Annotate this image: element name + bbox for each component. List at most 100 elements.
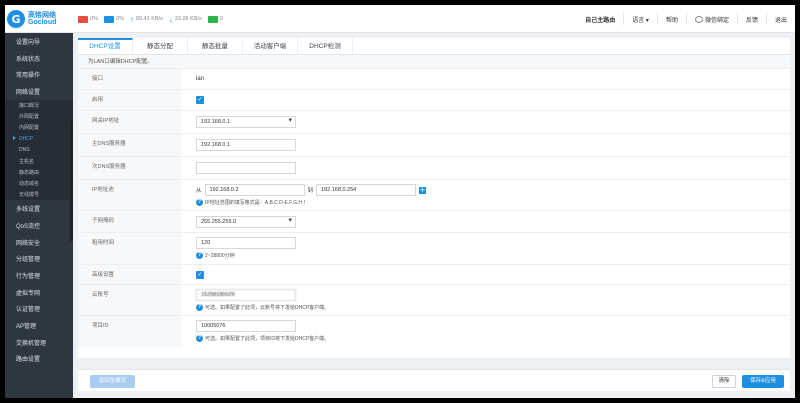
form-row-advanced: 高级设置 ✓ [78, 265, 790, 285]
form-row-project-id: 项目ID 10005076 ? 可选。如果配置了此项，项目ID将下发给DHCP客… [78, 316, 790, 347]
action-bar: 返回至概况 清除 保存&应用 [78, 369, 790, 391]
range-start-input[interactable]: 192.168.0.2 [204, 184, 305, 196]
cloud-account-label: 云账号 [78, 285, 182, 315]
question-icon: ? [196, 304, 203, 311]
tab-bar: DHCP设置 静态分配 静态批量 活动客户端 DHCP检测 [78, 38, 790, 55]
project-id-label: 项目ID [78, 316, 182, 347]
advanced-label: 高级设置 [78, 265, 182, 284]
sidebar-sub-hostname[interactable]: 主机名 [5, 156, 73, 167]
main-panel: DHCP设置 静态分配 静态批量 活动客户端 DHCP检测 为LAN口编辑DHC… [78, 38, 790, 358]
cpu-stat: 0% [78, 15, 98, 23]
sidebar-sub-dns[interactable]: DNS [5, 145, 73, 156]
sidebar-item-behavior[interactable]: 行为管理 [5, 267, 73, 284]
download-stat: ↓ 33.06 KB/s [168, 14, 202, 24]
sidebar-item-multiline[interactable]: 多线设置 [5, 200, 73, 217]
nav-logout[interactable]: 退出 [765, 13, 795, 25]
sidebar-sub-wan[interactable]: 外网配置 [5, 111, 73, 122]
upload-stat: ↑ 80.43 KB/s [129, 14, 163, 24]
brand-logo[interactable]: G 高恪网络 Gocloud [7, 9, 73, 29]
sidebar-scrollbar[interactable] [70, 121, 73, 241]
tab-dhcp-settings[interactable]: DHCP设置 [78, 38, 133, 54]
sidebar-item-vpn[interactable]: 虚拟专网 [5, 284, 73, 301]
sidebar-item-ap[interactable]: AP管理 [5, 317, 73, 334]
question-icon: ? [196, 199, 203, 206]
sidebar-item-qos[interactable]: QoS流控 [5, 217, 73, 234]
sidebar: 设置向导 系统状态 常用操作 网络设置 接口概况 外网配置 内网配置 DHCP … [5, 33, 73, 398]
save-apply-button[interactable]: 保存&应用 [742, 375, 784, 388]
sidebar-sub-lan[interactable]: 内网配置 [5, 122, 73, 133]
sidebar-item-system-status[interactable]: 系统状态 [5, 50, 73, 67]
nav-feedback[interactable]: 反馈 [736, 13, 766, 25]
add-range-icon[interactable]: + [419, 186, 427, 194]
memory-stat: 0% [103, 15, 124, 23]
dns2-label: 次DNS服务器 [78, 157, 182, 179]
users-stat: 9 [207, 15, 223, 23]
form-row-cloud-account: 云账号 15298180029 ? 可选。如果配置了此项，云账号将下发给DHCP… [78, 285, 790, 316]
top-bar: G 高恪网络 Gocloud 0% 0% ↑ 80.43 KB/s ↓ 33.0… [5, 5, 795, 33]
sidebar-item-common-ops[interactable]: 常用操作 [5, 66, 73, 83]
back-to-overview-button[interactable]: 返回至概况 [90, 375, 135, 388]
status-strip: 0% 0% ↑ 80.43 KB/s ↓ 33.06 KB/s 9 [78, 5, 229, 33]
monitor-icon [207, 15, 218, 23]
nav-wechat-bind[interactable]: 微信绑定 [685, 13, 737, 25]
brand-name-cn: 高恪网络 [28, 11, 56, 19]
sidebar-item-routing[interactable]: 路由设置 [5, 351, 73, 368]
form-row-lease: 租用时间 120 ? 2~28800分钟 [78, 233, 790, 265]
gateway-label: 网关IP地址 [78, 111, 182, 133]
sidebar-item-setup-wizard[interactable]: 设置向导 [5, 33, 73, 50]
download-arrow-icon: ↓ [168, 14, 173, 24]
sidebar-item-security[interactable]: 网络安全 [5, 234, 73, 251]
ip-range-label: IP地址池 [78, 180, 182, 210]
form-row-dns1: 主DNS服务器 192.168.0.1 [78, 134, 790, 157]
sidebar-item-network[interactable]: 网络设置 [5, 83, 73, 100]
advanced-checkbox[interactable]: ✓ [196, 270, 204, 279]
dns2-input[interactable] [196, 162, 296, 174]
sidebar-sub-static-route[interactable]: 静态路由 [5, 167, 73, 178]
project-id-input[interactable]: 10005076 [196, 320, 296, 332]
lease-hint: ? 2~28800分钟 [196, 252, 235, 259]
range-from-label: 从 [196, 188, 202, 194]
lease-input[interactable]: 120 [196, 237, 296, 249]
netmask-label: 子网掩码 [78, 211, 182, 232]
sidebar-item-auth[interactable]: 认证管理 [5, 301, 73, 318]
nav-help[interactable]: 帮助 [656, 13, 686, 25]
lease-label: 租用时间 [78, 233, 182, 264]
sidebar-sub-dhcp[interactable]: DHCP [5, 133, 73, 144]
interface-label: 接口 [78, 69, 182, 89]
cpu-icon [78, 15, 88, 23]
nav-language[interactable]: 语言 ▾ [623, 13, 657, 25]
top-nav: 自己主路由 语言 ▾ 帮助 微信绑定 反馈 退出 [577, 5, 795, 33]
sidebar-sub-wireless-dial[interactable]: 无线拨号 [5, 189, 73, 200]
cloud-logo-icon: G [7, 10, 25, 28]
form-row-dns2: 次DNS服务器 [78, 157, 790, 180]
form-row-enable: 启用 ✓ [78, 90, 790, 111]
gateway-select[interactable]: 192.168.0.1 [196, 116, 296, 128]
form-row-gateway: 网关IP地址 192.168.0.1 [78, 111, 790, 134]
enable-checkbox[interactable]: ✓ [196, 96, 204, 104]
dns1-input[interactable]: 192.168.0.1 [196, 139, 296, 151]
memory-icon [103, 15, 114, 23]
section-description: 为LAN口编辑DHCP配置。 [78, 55, 790, 69]
ip-range-hint: ? IP地址范围的填写格式是：A.B.C.D-E.F.G.H ！ [196, 199, 309, 206]
wechat-icon [694, 15, 703, 23]
tab-static-batch[interactable]: 静态批量 [188, 38, 243, 54]
sidebar-item-groups[interactable]: 分组管理 [5, 251, 73, 268]
question-icon: ? [196, 335, 203, 342]
clear-button[interactable]: 清除 [712, 375, 736, 388]
cloud-account-hint: ? 可选。如果配置了此项，云账号将下发给DHCP客户端。 [196, 304, 330, 311]
tab-dhcp-detect[interactable]: DHCP检测 [298, 38, 353, 54]
tab-active-clients[interactable]: 活动客户端 [243, 38, 298, 54]
form-row-interface: 接口 lan [78, 69, 790, 90]
sidebar-sub-interfaces[interactable]: 接口概况 [5, 100, 73, 111]
range-end-input[interactable]: 192.168.0.254 [316, 184, 417, 196]
sidebar-sub-ddns[interactable]: 动态域名 [5, 178, 73, 189]
upload-arrow-icon: ↑ [129, 14, 134, 24]
tab-static-assign[interactable]: 静态分配 [133, 38, 188, 54]
project-id-hint: ? 可选。如果配置了此项，项目ID将下发给DHCP客户端。 [196, 335, 330, 342]
nav-router-name[interactable]: 自己主路由 [577, 13, 623, 25]
sidebar-item-switch[interactable]: 交换机管理 [5, 334, 73, 351]
netmask-select[interactable]: 255.255.255.0 [196, 215, 296, 228]
cloud-account-input[interactable]: 15298180029 [196, 289, 296, 301]
form-row-netmask: 子网掩码 255.255.255.0 [78, 211, 790, 233]
range-to-label: 到 [307, 188, 314, 194]
